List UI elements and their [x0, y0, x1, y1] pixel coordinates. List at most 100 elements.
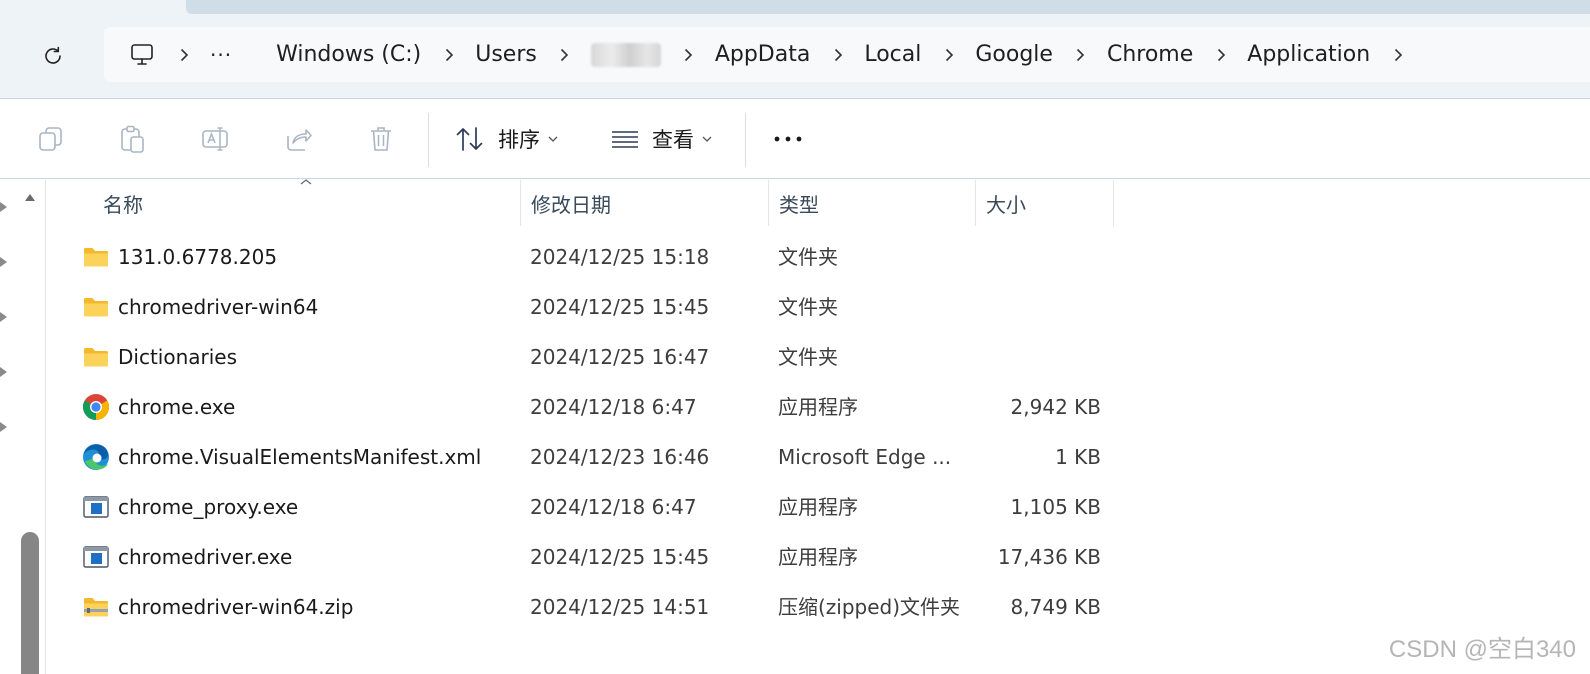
chevron-right-icon[interactable]: [177, 48, 191, 62]
view-label: 查看: [652, 128, 694, 152]
file-size: 1,105 KB: [1010, 495, 1101, 519]
file-date: 2024/12/18 6:47: [530, 495, 697, 519]
pin-icon[interactable]: [0, 200, 10, 214]
delete-button[interactable]: [366, 119, 396, 159]
file-row[interactable]: chromedriver.exe 2024/12/25 15:45 应用程序 1…: [46, 532, 1590, 582]
active-tab[interactable]: [186, 0, 1590, 14]
breadcrumb-item-chrome[interactable]: Chrome: [1107, 42, 1193, 67]
pin-icon[interactable]: [0, 310, 10, 324]
column-header-date[interactable]: 修改日期: [531, 180, 611, 226]
edge-icon: [82, 443, 110, 471]
breadcrumb-item-drive[interactable]: Windows (C:): [276, 42, 421, 67]
file-date: 2024/12/18 6:47: [530, 395, 697, 419]
chevron-right-icon[interactable]: [1074, 48, 1088, 62]
pin-icon[interactable]: [0, 255, 10, 269]
chrome-icon: [82, 393, 110, 421]
trash-icon: [371, 127, 391, 151]
file-date: 2024/12/25 15:45: [530, 295, 710, 319]
column-divider[interactable]: [768, 180, 769, 226]
chevron-right-icon[interactable]: [1214, 48, 1228, 62]
file-date: 2024/12/25 14:51: [530, 595, 710, 619]
pin-icon[interactable]: [0, 365, 10, 379]
sort-button[interactable]: 排序: [454, 119, 558, 159]
sort-ascending-icon: [300, 179, 312, 185]
chevron-right-icon[interactable]: [1391, 48, 1405, 62]
file-type: 压缩(zipped)文件夹: [778, 595, 961, 619]
file-row[interactable]: chromedriver-win64.zip 2024/12/25 14:51 …: [46, 582, 1590, 632]
sort-icon: [456, 127, 483, 151]
column-divider[interactable]: [520, 180, 521, 226]
file-name: chrome.exe: [118, 395, 236, 419]
more-options-button[interactable]: [772, 119, 804, 159]
vertical-scrollbar[interactable]: [14, 180, 46, 674]
toolbar-divider: [428, 113, 429, 167]
address-row: ··· Windows (C:) Users AppData Local Goo…: [0, 14, 1590, 98]
file-type: 文件夹: [778, 245, 838, 269]
breadcrumb-item-username-redacted[interactable]: [590, 42, 661, 67]
breadcrumb-overflow-button[interactable]: ···: [210, 43, 232, 67]
column-header-date-label: 修改日期: [531, 192, 611, 217]
paste-icon: [121, 125, 144, 153]
chevron-down-icon: [548, 136, 558, 142]
file-name: chrome_proxy.exe: [118, 495, 299, 519]
chevron-right-icon[interactable]: [942, 48, 956, 62]
file-type: 应用程序: [778, 545, 858, 569]
navigation-pane-edge: [0, 180, 14, 674]
view-button[interactable]: 查看: [610, 119, 712, 159]
column-header-name[interactable]: 名称: [103, 180, 143, 226]
copy-button[interactable]: [36, 119, 66, 159]
file-date: 2024/12/23 16:46: [530, 445, 710, 469]
scrollbar-thumb[interactable]: [21, 532, 39, 674]
file-date: 2024/12/25 15:45: [530, 545, 710, 569]
this-pc-icon[interactable]: [128, 41, 156, 69]
breadcrumb-item-appdata[interactable]: AppData: [715, 42, 811, 67]
column-header-type[interactable]: 类型: [779, 180, 819, 226]
file-type: 应用程序: [778, 495, 858, 519]
column-divider[interactable]: [1113, 180, 1114, 226]
rename-button[interactable]: [200, 119, 232, 159]
tab-strip: [0, 0, 1590, 14]
command-bar: 排序 查看: [0, 99, 1590, 179]
file-type: 文件夹: [778, 295, 838, 319]
breadcrumb-item-users[interactable]: Users: [475, 42, 537, 67]
breadcrumb-item-application[interactable]: Application: [1247, 42, 1370, 67]
file-row[interactable]: Dictionaries 2024/12/25 16:47 文件夹: [46, 332, 1590, 382]
file-row[interactable]: chrome.exe 2024/12/18 6:47 应用程序 2,942 KB: [46, 382, 1590, 432]
paste-button[interactable]: [118, 119, 148, 159]
file-row[interactable]: chromedriver-win64 2024/12/25 15:45 文件夹: [46, 282, 1590, 332]
list-view-icon: [612, 131, 638, 148]
file-row[interactable]: chrome_proxy.exe 2024/12/18 6:47 应用程序 1,…: [46, 482, 1590, 532]
share-button[interactable]: [284, 119, 314, 159]
chevron-right-icon[interactable]: [831, 48, 845, 62]
folder-icon: [82, 243, 110, 271]
folder-icon: [82, 293, 110, 321]
share-icon: [287, 129, 312, 151]
chevron-right-icon[interactable]: [558, 48, 572, 62]
file-name: chromedriver-win64: [118, 295, 319, 319]
exe-icon: [82, 543, 110, 571]
file-type: 应用程序: [778, 395, 858, 419]
breadcrumb[interactable]: ··· Windows (C:) Users AppData Local Goo…: [104, 27, 1590, 82]
file-list: 名称 修改日期 类型 大小 131.0.6778.205 2024/12/25 …: [46, 179, 1590, 674]
chevron-right-icon[interactable]: [442, 48, 456, 62]
exe-icon: [82, 493, 110, 521]
pin-icon[interactable]: [0, 420, 10, 434]
column-divider[interactable]: [975, 180, 976, 226]
column-header-size[interactable]: 大小: [986, 180, 1026, 226]
file-type: Microsoft Edge ...: [778, 445, 952, 469]
breadcrumb-item-local[interactable]: Local: [864, 42, 921, 67]
watermark: CSDN @空白340: [1388, 636, 1576, 663]
file-name: chromedriver-win64.zip: [118, 595, 354, 619]
chevron-right-icon[interactable]: [682, 48, 696, 62]
scroll-up-arrow-icon[interactable]: [24, 192, 36, 202]
breadcrumb-item-google[interactable]: Google: [975, 42, 1053, 67]
file-row[interactable]: 131.0.6778.205 2024/12/25 15:18 文件夹: [46, 232, 1590, 282]
rename-icon: [202, 127, 228, 151]
copy-icon: [39, 127, 62, 151]
refresh-button[interactable]: [34, 38, 72, 74]
folder-icon: [82, 343, 110, 371]
file-row[interactable]: chrome.VisualElementsManifest.xml 2024/1…: [46, 432, 1590, 482]
toolbar-divider-bottom: [0, 178, 1590, 179]
column-header-name-label: 名称: [103, 192, 143, 217]
file-size: 8,749 KB: [1010, 595, 1101, 619]
